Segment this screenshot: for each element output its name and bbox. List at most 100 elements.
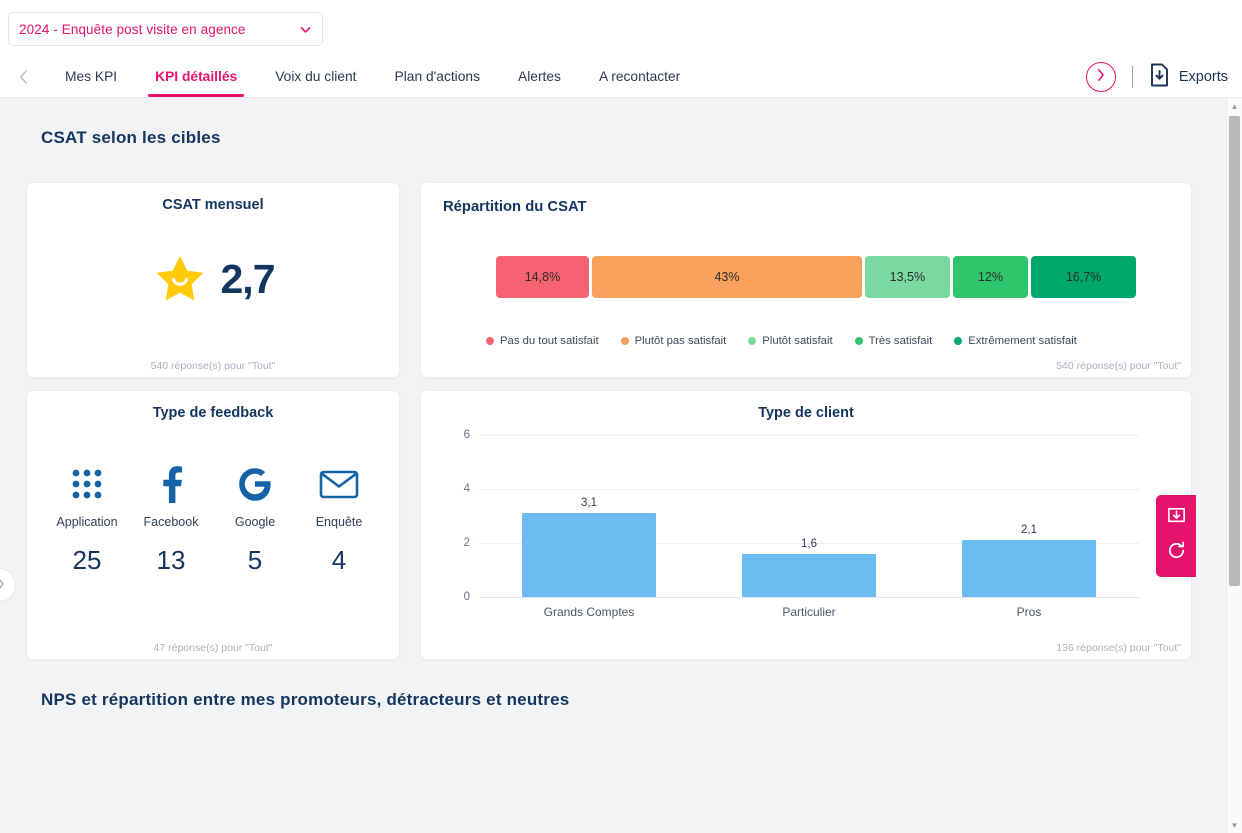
legend-item: Plutôt pas satisfait	[621, 335, 727, 347]
top-bar: 2024 - Enquête post visite en agence Mes…	[0, 0, 1242, 98]
legend-dot-icon	[748, 337, 756, 345]
divider	[1132, 66, 1133, 88]
feedback-item-google: Google 5	[215, 463, 295, 576]
legend-item: Extrêmement satisfait	[954, 335, 1077, 347]
chart-x-tick-label: Particulier	[699, 605, 919, 619]
tab-kpi-detailles[interactable]: KPI détaillés	[136, 56, 256, 97]
card-title: Type de feedback	[27, 405, 399, 421]
scrollbar-thumb[interactable]	[1229, 116, 1240, 586]
feedback-item-count: 5	[248, 545, 262, 576]
chart-bars: 3,11,62,1	[479, 435, 1139, 597]
legend-label: Plutôt pas satisfait	[635, 335, 727, 347]
section-title-csat: CSAT selon les cibles	[41, 128, 221, 148]
chart-bar[interactable]	[522, 513, 656, 597]
csat-segment: 16,7%	[1031, 256, 1136, 298]
tab-alertes[interactable]: Alertes	[499, 56, 580, 97]
legend-item: Très satisfait	[855, 335, 933, 347]
floating-action-panel	[1156, 495, 1196, 577]
chart-y-tick-label: 2	[464, 537, 470, 549]
tab-mes-kpi[interactable]: Mes KPI	[46, 56, 136, 97]
chart-bar[interactable]	[742, 554, 876, 597]
csat-segment: 43%	[592, 256, 862, 298]
csat-legend: Pas du tout satisfait Plutôt pas satisfai…	[486, 335, 1179, 347]
legend-label: Extrêmement satisfait	[968, 335, 1077, 347]
app-grid-icon	[68, 463, 106, 505]
download-box-icon	[1166, 506, 1187, 532]
scroll-down-arrow[interactable]: ▼	[1227, 817, 1242, 833]
chart-bar-column: 2,1	[919, 435, 1139, 597]
chart-bar-column: 1,6	[699, 435, 919, 597]
feedback-type-grid: Application 25 Facebook 13	[27, 463, 399, 576]
csat-value-row: 2,7	[27, 251, 399, 307]
legend-dot-icon	[855, 337, 863, 345]
csat-stacked-bar: 14,8%43%13,5%12%16,7%	[496, 256, 1136, 298]
card-csat-distribution: Répartition du CSAT 14,8%43%13,5%12%16,7…	[420, 182, 1192, 378]
section-title-nps: NPS et répartition entre mes promoteurs,…	[41, 690, 569, 710]
survey-selector[interactable]: 2024 - Enquête post visite en agence	[8, 12, 323, 46]
tab-bar: Mes KPI KPI détaillés Voix du client Pla…	[0, 56, 1242, 98]
card-title: CSAT mensuel	[27, 197, 399, 213]
scroll-up-arrow[interactable]: ▲	[1227, 98, 1242, 114]
legend-dot-icon	[486, 337, 494, 345]
refresh-button[interactable]	[1163, 540, 1189, 566]
feedback-item-label: Application	[56, 515, 117, 529]
feedback-item-count: 13	[157, 545, 186, 576]
exports-button[interactable]: Exports	[1149, 63, 1228, 92]
tab-a-recontacter[interactable]: A recontacter	[580, 56, 699, 97]
csat-segment: 14,8%	[496, 256, 589, 298]
facebook-icon	[152, 463, 190, 505]
chart-y-tick-label: 6	[464, 429, 470, 441]
feedback-item-enquete: Enquête 4	[299, 463, 379, 576]
card-type-de-client: Type de client 02463,11,62,1 Grands Comp…	[420, 390, 1192, 660]
feedback-item-label: Google	[235, 515, 275, 529]
top-bar-actions: Exports	[1086, 56, 1228, 98]
tab-plan-dactions[interactable]: Plan d'actions	[376, 56, 499, 97]
exports-label: Exports	[1179, 69, 1228, 85]
csat-segment: 12%	[953, 256, 1028, 298]
chart-plot-area: 02463,11,62,1	[479, 435, 1139, 597]
chart-y-tick-label: 0	[464, 591, 470, 603]
legend-item: Plutôt satisfait	[748, 335, 832, 347]
chart-gridline	[479, 597, 1139, 598]
feedback-item-facebook: Facebook 13	[131, 463, 211, 576]
dashboard-content: CSAT selon les cibles CSAT mensuel 2,7 5…	[0, 98, 1242, 833]
chevron-right-icon	[1095, 68, 1106, 87]
document-download-icon	[1149, 63, 1170, 92]
legend-item: Pas du tout satisfait	[486, 335, 599, 347]
card-title: Répartition du CSAT	[443, 199, 1191, 215]
chart-bar[interactable]	[962, 540, 1096, 597]
type-de-client-chart: 02463,11,62,1 Grands ComptesParticulierP…	[421, 429, 1192, 644]
legend-dot-icon	[954, 337, 962, 345]
refresh-icon	[1166, 540, 1187, 566]
tabs: Mes KPI KPI détaillés Voix du client Pla…	[46, 56, 699, 97]
responses-note: 47 réponse(s) pour "Tout"	[27, 642, 399, 654]
chart-bar-value-label: 2,1	[919, 524, 1139, 536]
tabs-prev-arrow[interactable]	[0, 56, 46, 97]
legend-label: Très satisfait	[869, 335, 933, 347]
feedback-item-application: Application 25	[47, 463, 127, 576]
feedback-item-label: Facebook	[144, 515, 199, 529]
left-panel-toggle[interactable]	[0, 568, 16, 602]
next-page-button[interactable]	[1086, 62, 1116, 92]
chart-y-tick-label: 4	[464, 483, 470, 495]
survey-selector-value: 2024 - Enquête post visite en agence	[19, 22, 299, 37]
card-type-de-feedback: Type de feedback Application 25	[26, 390, 400, 660]
chart-x-tick-label: Pros	[919, 605, 1139, 619]
chevron-down-icon	[299, 23, 312, 36]
chart-bar-column: 3,1	[479, 435, 699, 597]
vertical-scrollbar[interactable]: ▲ ▼	[1226, 98, 1242, 833]
dashboard-app: 2024 - Enquête post visite en agence Mes…	[0, 0, 1242, 833]
legend-label: Plutôt satisfait	[762, 335, 832, 347]
envelope-icon	[319, 463, 359, 505]
smiley-star-icon	[152, 251, 208, 307]
card-csat-mensuel: CSAT mensuel 2,7 540 réponse(s) pour "To…	[26, 182, 400, 378]
chart-x-labels: Grands ComptesParticulierPros	[479, 605, 1139, 619]
chart-bar-value-label: 1,6	[699, 538, 919, 550]
scroll-inner: CSAT selon les cibles CSAT mensuel 2,7 5…	[0, 98, 1212, 833]
chevron-right-icon	[0, 577, 6, 594]
csat-segment: 13,5%	[865, 256, 950, 298]
csat-value: 2,7	[221, 256, 275, 303]
download-button[interactable]	[1163, 506, 1189, 532]
feedback-item-label: Enquête	[316, 515, 363, 529]
tab-voix-du-client[interactable]: Voix du client	[256, 56, 375, 97]
